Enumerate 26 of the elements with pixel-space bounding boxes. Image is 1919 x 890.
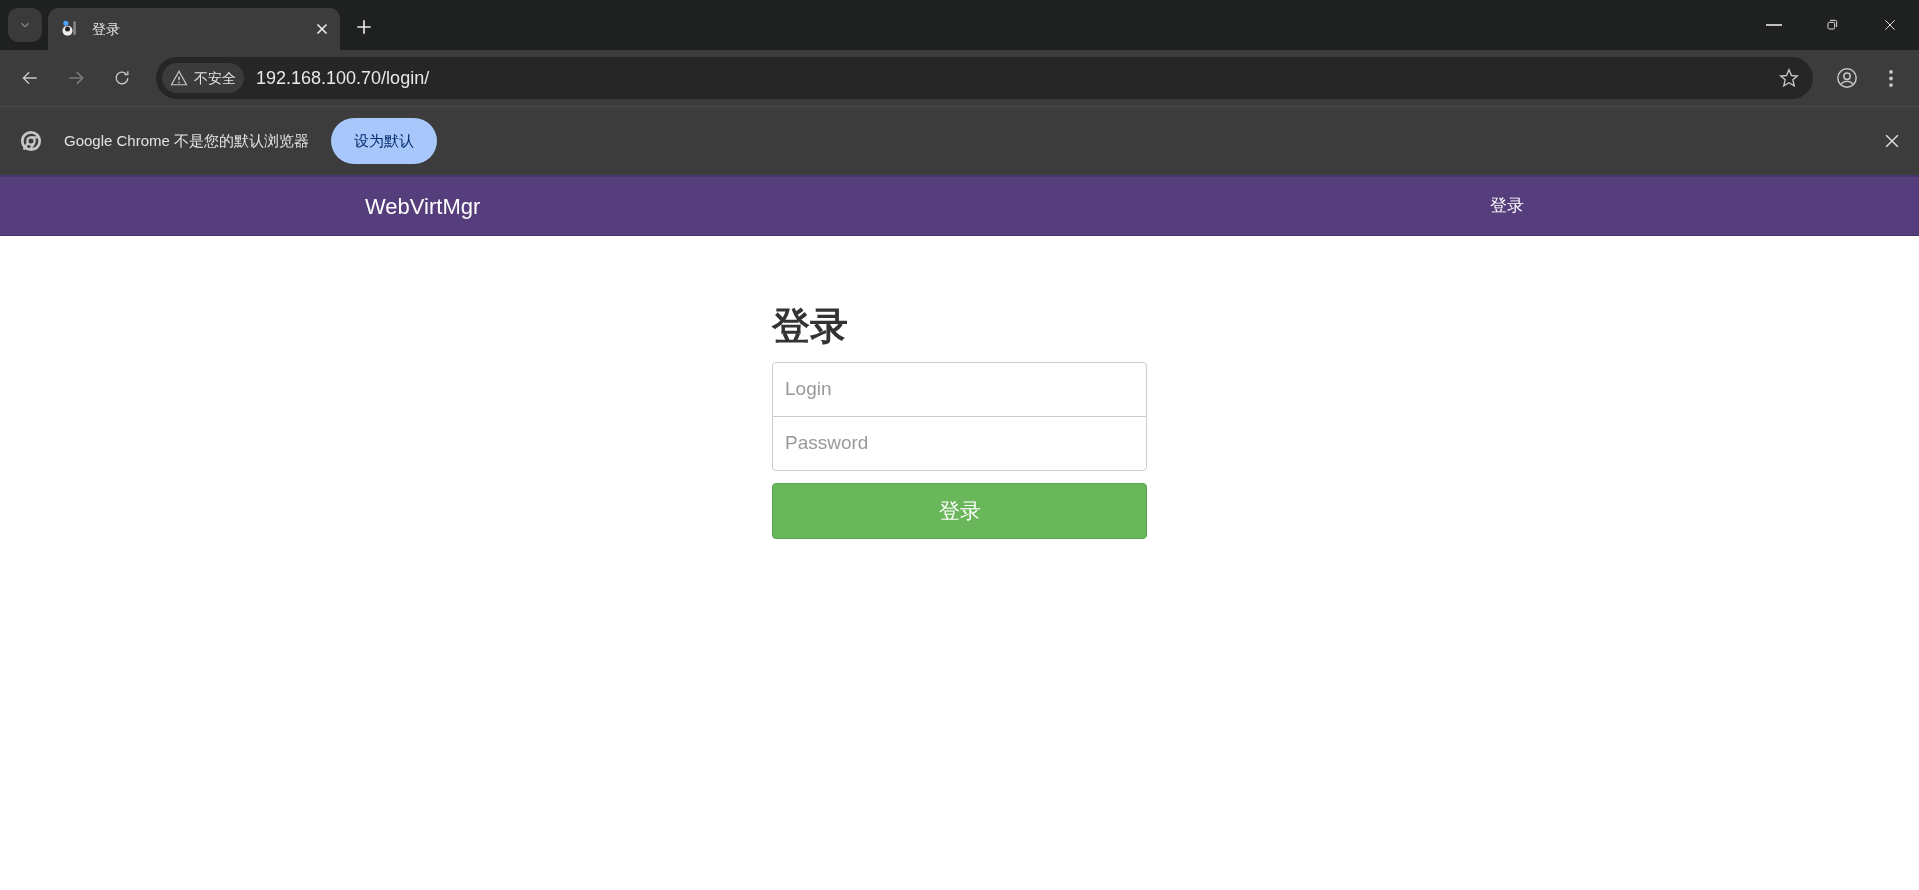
browser-tab[interactable]: 登录 — [48, 8, 340, 50]
nav-link[interactable]: 登录 — [1490, 193, 1524, 219]
plus-icon — [356, 19, 372, 35]
infobar-message: Google Chrome 不是您的默认浏览器 — [64, 130, 310, 151]
restore-icon — [1824, 17, 1840, 33]
password-field[interactable]: Password — [772, 415, 1147, 471]
bookmark-star-button[interactable] — [1779, 68, 1799, 88]
tab-title: 登录 — [92, 19, 121, 39]
infobar-close-button[interactable] — [1885, 134, 1899, 148]
address-bar[interactable]: 不安全 192.168.100.70/login/ — [156, 57, 1813, 99]
close-icon — [1882, 17, 1898, 33]
tab-close-button[interactable] — [316, 23, 328, 35]
profile-icon — [1836, 67, 1858, 89]
brand-link[interactable]: WebVirtMgr — [365, 189, 481, 223]
url-text: 192.168.100.70/login/ — [256, 66, 431, 90]
close-icon — [316, 23, 328, 35]
login-field[interactable]: Login — [772, 361, 1147, 417]
more-vertical-icon — [1889, 69, 1893, 87]
security-chip[interactable]: 不安全 — [162, 63, 244, 93]
minimize-icon — [1766, 24, 1782, 26]
close-icon — [1885, 134, 1899, 148]
login-heading: 登录 — [772, 304, 849, 349]
chrome-logo-icon — [20, 130, 42, 152]
warning-icon — [170, 69, 188, 87]
star-icon — [1779, 68, 1799, 88]
set-default-button[interactable]: 设为默认 — [331, 118, 438, 164]
